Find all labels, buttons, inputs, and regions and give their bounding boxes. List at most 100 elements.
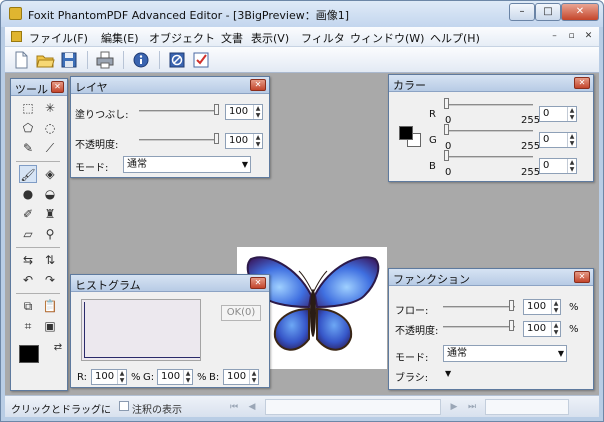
- magic-wand-icon[interactable]: ✳: [41, 99, 59, 117]
- lasso-icon[interactable]: ◌: [41, 119, 59, 137]
- flip-horizontal-icon[interactable]: ⇆: [19, 251, 37, 269]
- close-button[interactable]: ✕: [561, 3, 599, 21]
- flow-slider[interactable]: [443, 306, 515, 308]
- mdi-close-button[interactable]: ✕: [582, 30, 595, 43]
- function-mode-select[interactable]: 通常 ▼: [443, 345, 567, 362]
- function-opacity-input[interactable]: 100 ▲ ▼: [523, 321, 561, 337]
- spin-arrows-icon[interactable]: ▲ ▼: [117, 370, 126, 384]
- menu-help[interactable]: ヘルプ(H): [430, 30, 480, 46]
- layer-opacity-slider-thumb[interactable]: [214, 133, 219, 144]
- foreground-color-swatch[interactable]: [19, 345, 39, 363]
- show-annotations-checkbox[interactable]: [119, 401, 129, 411]
- function-opacity-slider-thumb[interactable]: [509, 320, 514, 331]
- histogram-ok-button[interactable]: OK(0): [221, 305, 261, 321]
- histogram-panel-close-button[interactable]: ✕: [250, 277, 266, 289]
- histogram-panel-title-bar[interactable]: ヒストグラム ✕: [71, 275, 269, 292]
- function-panel-close-button[interactable]: ✕: [574, 271, 590, 283]
- tools-panel-close-button[interactable]: ✕: [51, 81, 64, 93]
- mdi-restore-button[interactable]: ▫: [565, 30, 578, 43]
- save-image-icon[interactable]: ▣: [41, 317, 59, 335]
- spin-arrows-icon[interactable]: ▲ ▼: [253, 105, 262, 119]
- layer-fill-input[interactable]: 100 ▲ ▼: [225, 104, 263, 120]
- menu-document[interactable]: 文書: [221, 30, 243, 46]
- blur-icon[interactable]: ●: [19, 185, 37, 203]
- layer-opacity-slider[interactable]: [139, 139, 219, 141]
- red-channel-input[interactable]: 0 ▲ ▼: [539, 106, 577, 122]
- flip-vertical-icon[interactable]: ⇅: [41, 251, 59, 269]
- layer-panel-close-button[interactable]: ✕: [250, 79, 266, 91]
- swap-colors-icon[interactable]: ⇄: [49, 339, 67, 357]
- blue-channel-slider-thumb[interactable]: [444, 150, 449, 161]
- green-channel-slider[interactable]: [445, 130, 533, 132]
- checkbox-icon[interactable]: [191, 50, 211, 70]
- menu-filter[interactable]: フィルタ: [301, 30, 345, 46]
- function-panel-title-bar[interactable]: ファンクション ✕: [389, 269, 593, 286]
- menu-file[interactable]: ファイル(F): [29, 30, 88, 46]
- color-panel-title-bar[interactable]: カラー ✕: [389, 75, 593, 92]
- rotate-left-icon[interactable]: ↶: [19, 271, 37, 289]
- spin-arrows-icon[interactable]: ▲ ▼: [567, 133, 576, 147]
- next-page-icon[interactable]: ▶: [447, 400, 461, 414]
- mdi-minimize-button[interactable]: –: [548, 30, 561, 43]
- spin-arrows-icon[interactable]: ▲ ▼: [567, 159, 576, 173]
- histogram-r-input[interactable]: 100 ▲ ▼: [91, 369, 127, 385]
- fill-bucket-icon[interactable]: ◈: [41, 165, 59, 183]
- first-page-icon[interactable]: ⏮: [227, 400, 241, 414]
- layer-mode-select[interactable]: 通常 ▼: [123, 156, 251, 173]
- last-page-icon[interactable]: ⏭: [465, 400, 479, 414]
- paste-icon[interactable]: 📋: [41, 297, 59, 315]
- smudge-icon[interactable]: ◒: [41, 185, 59, 203]
- red-channel-slider-thumb[interactable]: [444, 98, 449, 109]
- spin-arrows-icon[interactable]: ▲ ▼: [551, 300, 560, 314]
- menu-view[interactable]: 表示(V): [251, 30, 289, 46]
- menu-window[interactable]: ウィンドウ(W): [350, 30, 424, 46]
- rotate-right-icon[interactable]: ↷: [41, 271, 59, 289]
- spin-arrows-icon[interactable]: ▲ ▼: [249, 370, 258, 384]
- blue-channel-input[interactable]: 0 ▲ ▼: [539, 158, 577, 174]
- page-field[interactable]: [265, 399, 441, 415]
- document-menu-icon[interactable]: [11, 31, 22, 42]
- brush-dropdown-icon[interactable]: ▼: [445, 369, 451, 378]
- no-entry-icon[interactable]: [167, 50, 187, 70]
- zoom-icon[interactable]: ⚲: [41, 225, 59, 243]
- crop-icon[interactable]: ⌗: [19, 317, 37, 335]
- brush-icon[interactable]: 🖌: [19, 165, 37, 183]
- flow-slider-thumb[interactable]: [509, 300, 514, 311]
- layer-opacity-input[interactable]: 100 ▲ ▼: [225, 133, 263, 149]
- polygon-lasso-icon[interactable]: ⬠: [19, 119, 37, 137]
- print-icon[interactable]: [95, 50, 115, 70]
- green-channel-input[interactable]: 0 ▲ ▼: [539, 132, 577, 148]
- layer-fill-slider-thumb[interactable]: [214, 104, 219, 115]
- new-document-icon[interactable]: [11, 50, 31, 70]
- color-foreground-swatch[interactable]: [399, 126, 413, 140]
- function-opacity-slider[interactable]: [443, 326, 515, 328]
- spin-arrows-icon[interactable]: ▲ ▼: [253, 134, 262, 148]
- rectangle-select-icon[interactable]: ⬚: [19, 99, 37, 117]
- eyedropper-icon[interactable]: ✎: [19, 139, 37, 157]
- menu-edit[interactable]: 編集(E): [101, 30, 139, 46]
- layer-fill-slider[interactable]: [139, 110, 219, 112]
- green-channel-slider-thumb[interactable]: [444, 124, 449, 135]
- zoom-field[interactable]: [485, 399, 569, 415]
- histogram-g-input[interactable]: 100 ▲ ▼: [157, 369, 193, 385]
- red-channel-slider[interactable]: [445, 104, 533, 106]
- spin-arrows-icon[interactable]: ▲ ▼: [567, 107, 576, 121]
- pencil-icon[interactable]: ✐: [19, 205, 37, 223]
- histogram-b-input[interactable]: 100 ▲ ▼: [223, 369, 259, 385]
- open-folder-icon[interactable]: [35, 50, 55, 70]
- blue-channel-slider[interactable]: [445, 156, 533, 158]
- spin-arrows-icon[interactable]: ▲ ▼: [551, 322, 560, 336]
- info-icon[interactable]: [131, 50, 151, 70]
- previous-page-icon[interactable]: ◀: [245, 400, 259, 414]
- color-picker-icon[interactable]: ⟋: [41, 139, 59, 157]
- tools-panel-title-bar[interactable]: ツール ✕: [11, 79, 67, 96]
- minimize-button[interactable]: –: [509, 3, 535, 21]
- title-bar[interactable]: Foxit PhantomPDF Advanced Editor - [3Big…: [1, 1, 603, 27]
- maximize-button[interactable]: □: [535, 3, 561, 21]
- menu-object[interactable]: オブジェクト: [149, 30, 215, 46]
- save-disk-icon[interactable]: [59, 50, 79, 70]
- copy-icon[interactable]: ⧉: [19, 297, 37, 315]
- spin-arrows-icon[interactable]: ▲ ▼: [183, 370, 192, 384]
- eraser-icon[interactable]: ▱: [19, 225, 37, 243]
- layer-panel-title-bar[interactable]: レイヤ ✕: [71, 77, 269, 94]
